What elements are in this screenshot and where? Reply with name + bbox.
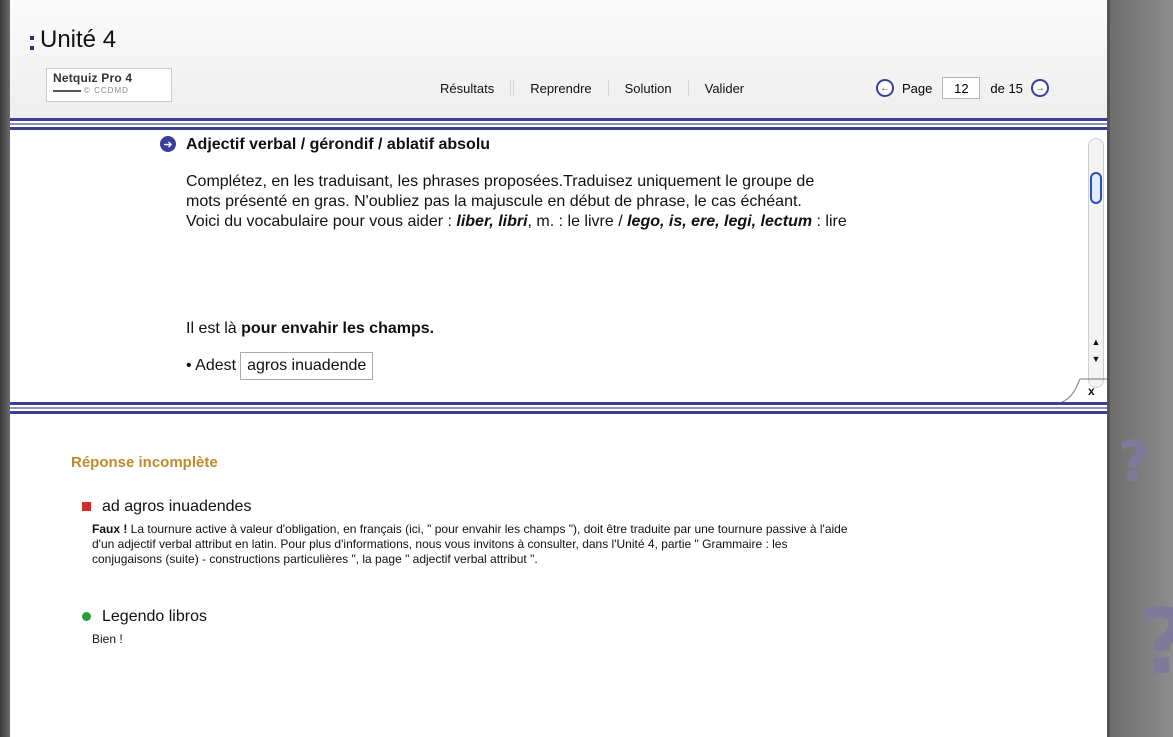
scrollbar-thumb[interactable]	[1090, 172, 1102, 204]
resume-button[interactable]: Reprendre	[518, 81, 603, 96]
validate-button[interactable]: Valider	[693, 81, 757, 96]
question-sentence: Il est là pour envahir les champs.	[186, 320, 434, 338]
question-title: Adjectif verbal / gérondif / ablatif abs…	[186, 136, 491, 153]
wrong-square-icon	[82, 502, 91, 511]
logo-sub: © CCDMD	[53, 86, 165, 95]
toolbar-divider	[510, 80, 515, 96]
page-number-input[interactable]	[942, 77, 981, 99]
answer-input[interactable]: agros inuadende	[240, 352, 374, 380]
title-bullet-icon	[30, 36, 34, 50]
window-left-edge	[0, 0, 10, 737]
arrow-right-bullet-icon: ➜	[160, 136, 176, 152]
vocab-word: liber, libri	[456, 213, 528, 230]
toolbar: Résultats Reprendre Solution Valider	[428, 78, 756, 98]
feedback-explanation-line: d'un adjectif verbal attribut en latin. …	[92, 537, 788, 551]
pager: ← Page de 15 →	[876, 76, 1049, 100]
feedback-explanation: Faux ! La tournure active à valeur d'obl…	[92, 522, 1052, 567]
feedback-verdict: Faux !	[92, 522, 128, 536]
toolbar-divider	[687, 80, 689, 96]
instructions-line: Complétez, en les traduisant, les phrase…	[186, 173, 815, 190]
netquiz-logo: Netquiz Pro 4 © CCDMD	[46, 68, 172, 102]
answer-line: • Adest agros inuadende	[186, 352, 374, 380]
vocab-text: : lire	[812, 213, 847, 230]
vocab-text: , m. : le livre /	[527, 213, 628, 230]
question-instructions: Complétez, en les traduisant, les phrase…	[186, 172, 1066, 232]
feedback-explanation: Bien !	[92, 632, 1052, 647]
feedback-explanation-line: conjugaisons (suite) - constructions par…	[92, 552, 538, 566]
feedback-panel: Réponse incomplète ad agros inuadendes F…	[10, 416, 1107, 737]
sentence-text: Il est là	[186, 320, 242, 337]
solution-button[interactable]: Solution	[613, 81, 684, 96]
logo-sub-text: © CCDMD	[84, 86, 129, 95]
close-tab-shape	[1061, 378, 1107, 402]
arrow-left-circle-icon: ←	[880, 82, 890, 94]
logo-bar	[53, 89, 81, 92]
instructions-line: mots présenté en gras. N'oubliez pas la …	[186, 193, 802, 210]
feedback-answer: ad agros inuadendes	[102, 498, 252, 515]
feedback-answer: Legendo libros	[102, 608, 207, 625]
feedback-heading: Réponse incomplète	[71, 454, 218, 471]
previous-page-button[interactable]: ←	[876, 79, 894, 97]
scroll-arrows: ▲ ▼	[1088, 334, 1104, 368]
question-mark-decoration: ?	[1118, 430, 1151, 495]
question-panel: ➜ Adjectif verbal / gérondif / ablatif a…	[10, 130, 1107, 402]
quiz-window: Unité 4 Netquiz Pro 4 © CCDMD Résultats …	[10, 0, 1110, 737]
feedback-explanation-line: La tournure active à valeur d'obligation…	[127, 522, 848, 536]
desktop-background: ? ?	[1110, 0, 1173, 737]
page-title: Unité 4	[40, 26, 117, 53]
feedback-divider	[10, 402, 1107, 414]
scroll-up-icon[interactable]: ▲	[1092, 334, 1101, 351]
next-page-button[interactable]: →	[1030, 79, 1049, 97]
feedback-verdict: Bien !	[92, 632, 123, 646]
scroll-down-icon[interactable]: ▼	[1092, 351, 1101, 368]
arrow-right-circle-icon: →	[1034, 82, 1045, 94]
results-button[interactable]: Résultats	[428, 81, 506, 96]
page-label: Page	[902, 80, 933, 96]
correct-dot-icon	[82, 612, 91, 621]
close-feedback-button[interactable]: x	[1088, 384, 1095, 398]
page-total: de 15	[990, 80, 1023, 96]
header: Unité 4 Netquiz Pro 4 © CCDMD Résultats …	[10, 0, 1107, 120]
logo-name: Netquiz Pro 4	[53, 71, 133, 85]
vocabulary-line: Voici du vocabulaire pour vous aider : l…	[186, 212, 1066, 232]
toolbar-divider	[607, 80, 609, 96]
header-divider	[10, 118, 1107, 130]
sentence-bold-text: pour envahir les champs.	[241, 320, 435, 337]
answer-prefix: • Adest	[186, 357, 237, 374]
vocab-prefix: Voici du vocabulaire pour vous aider :	[186, 213, 457, 230]
vocab-word: lego, is, ere, legi, lectum	[627, 213, 813, 230]
question-mark-decoration: ?	[1138, 590, 1173, 695]
